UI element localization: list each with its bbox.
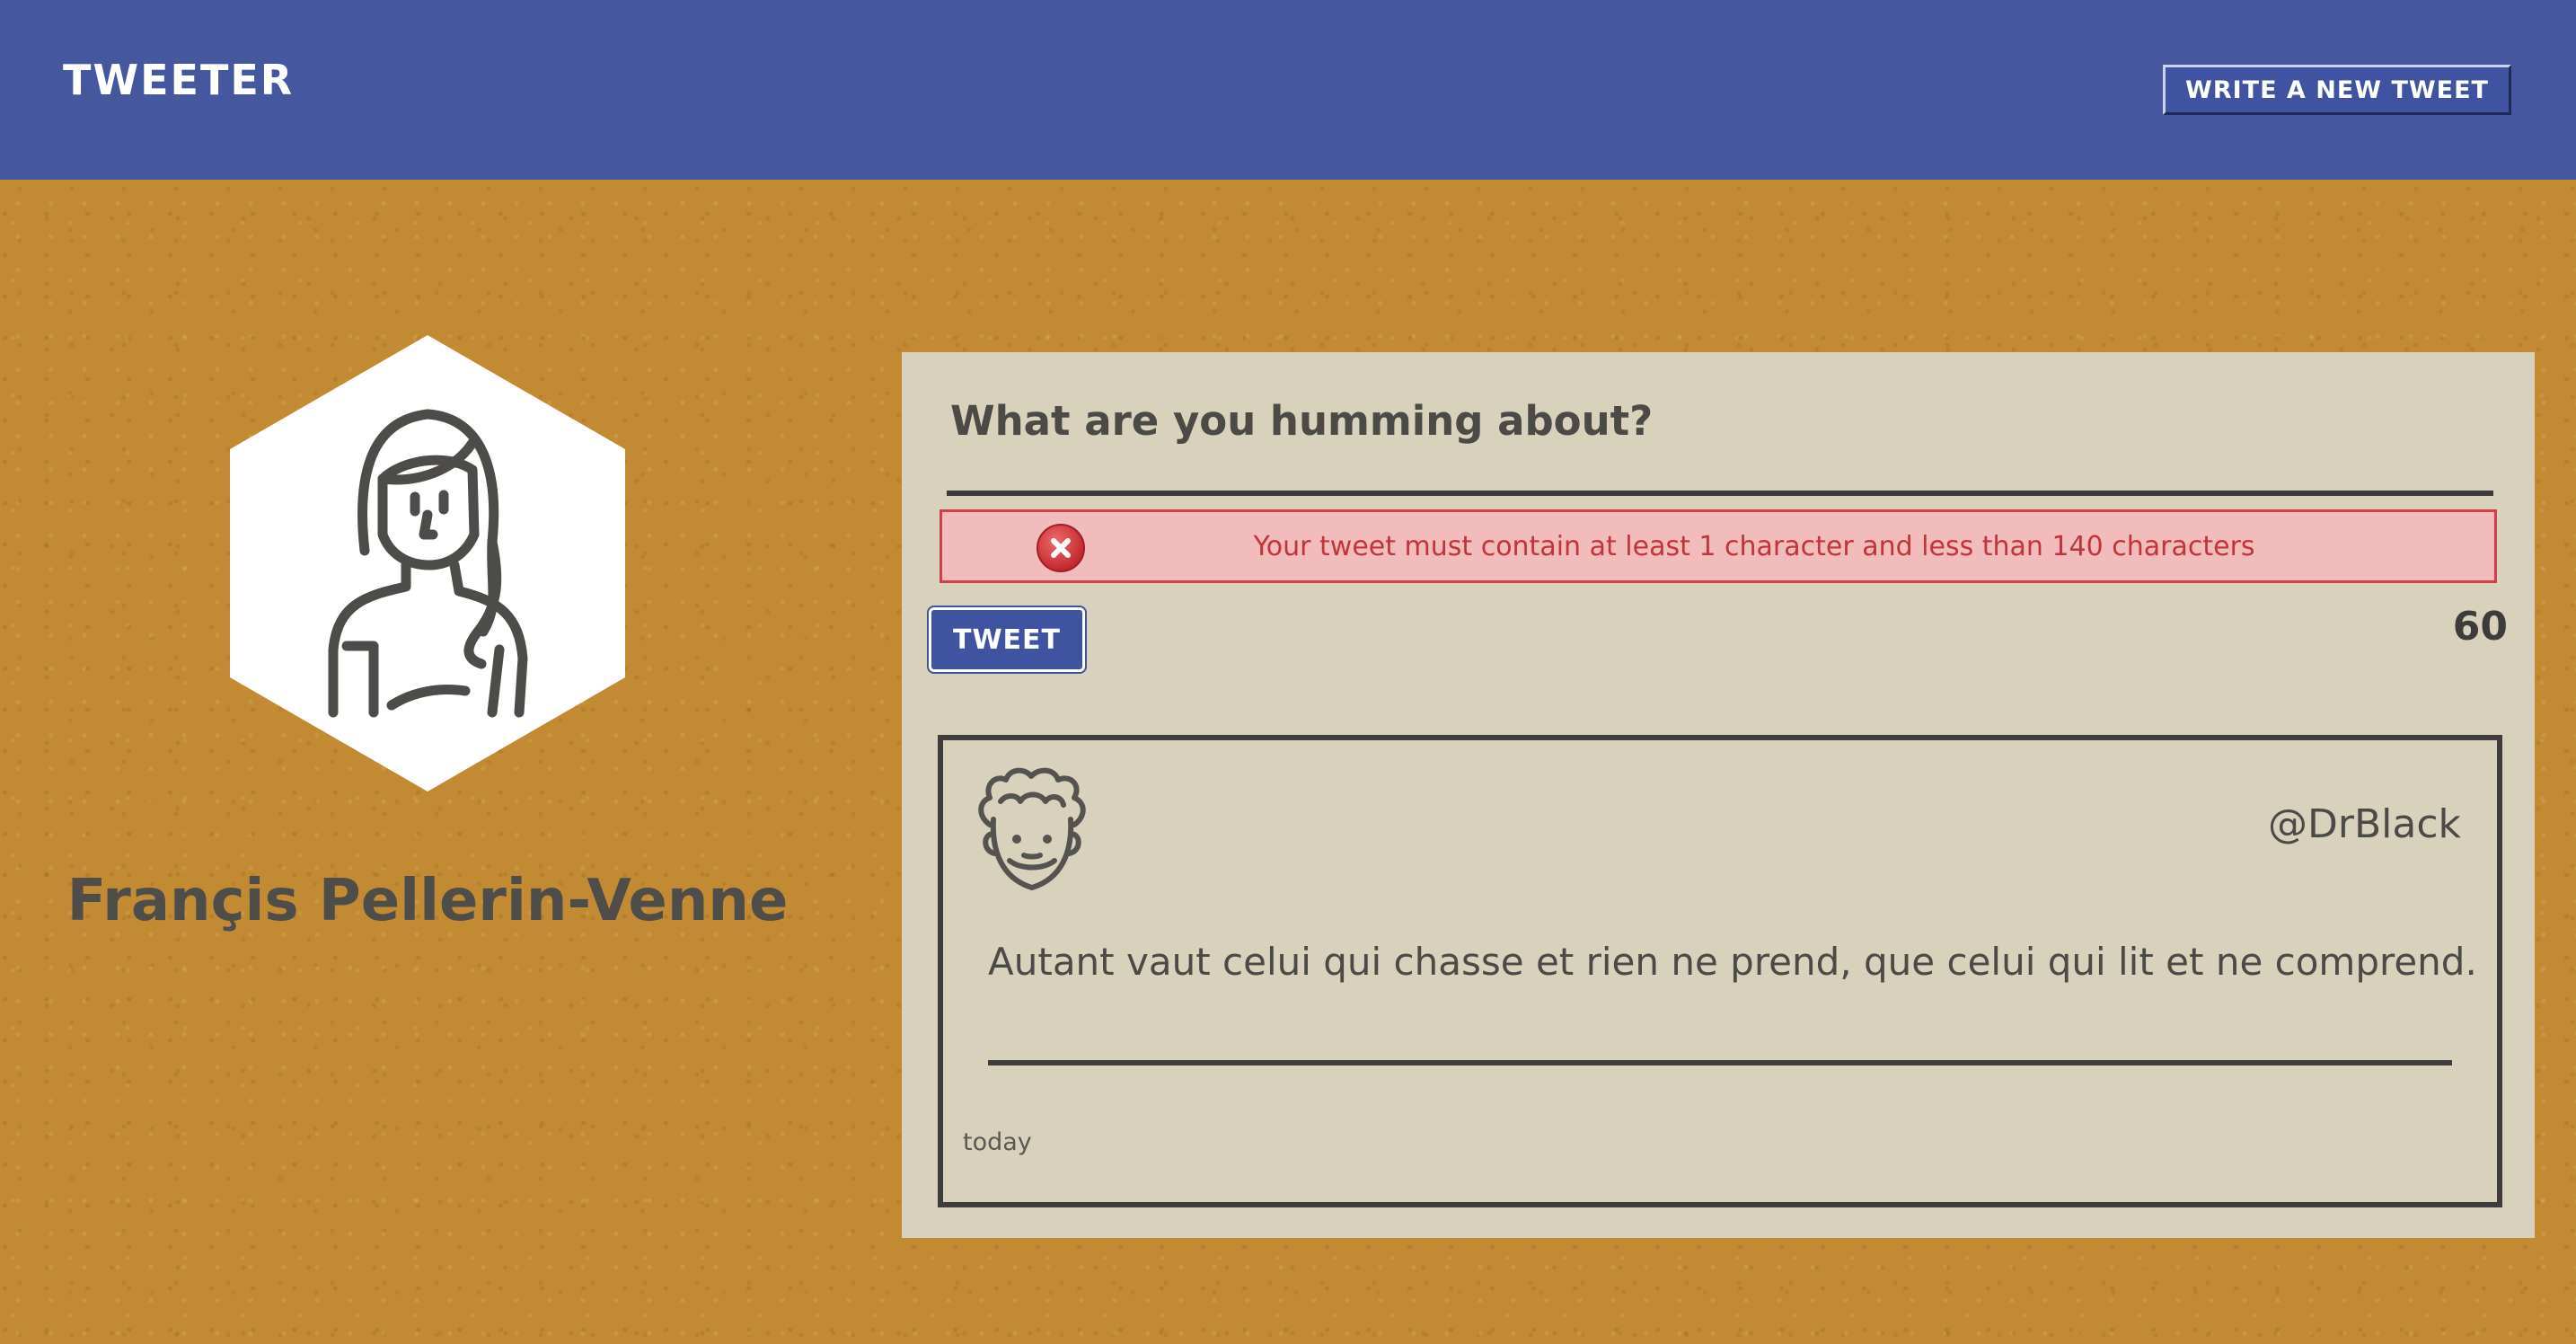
tweet-card: @DrBlack Autant vaut celui qui chasse et… <box>938 735 2502 1207</box>
tweet-text-input[interactable] <box>947 480 2493 496</box>
error-message-text: Your tweet must contain at least 1 chara… <box>1253 530 2255 562</box>
top-navbar: TWEETER WRITE A NEW TWEET <box>0 0 2576 180</box>
tweet-content: Autant vaut celui qui chasse et rien ne … <box>988 940 2477 984</box>
app-title: TWEETER <box>63 56 295 104</box>
write-new-tweet-button[interactable]: WRITE A NEW TWEET <box>2163 65 2511 115</box>
error-x-circle-icon <box>1037 524 1085 572</box>
tweet-handle: @DrBlack <box>2267 801 2461 847</box>
tweet-divider <box>988 1060 2452 1065</box>
main-panel: What are you humming about? Your tweet m… <box>902 352 2535 1238</box>
tweet-timestamp: today <box>963 1128 1032 1156</box>
character-counter: 60 <box>2452 604 2508 650</box>
tweet-submit-button[interactable]: TWEET <box>929 607 1085 672</box>
error-message-box: Your tweet must contain at least 1 chara… <box>940 509 2497 583</box>
curly-hair-man-avatar-icon <box>978 767 1086 890</box>
profile-name: Françis Pellerin-Venne <box>66 868 789 934</box>
composer-prompt: What are you humming about? <box>950 397 1654 445</box>
woman-avatar-icon <box>230 335 625 791</box>
page: { "header": { "app_title": "TWEETER", "c… <box>0 0 2576 1344</box>
